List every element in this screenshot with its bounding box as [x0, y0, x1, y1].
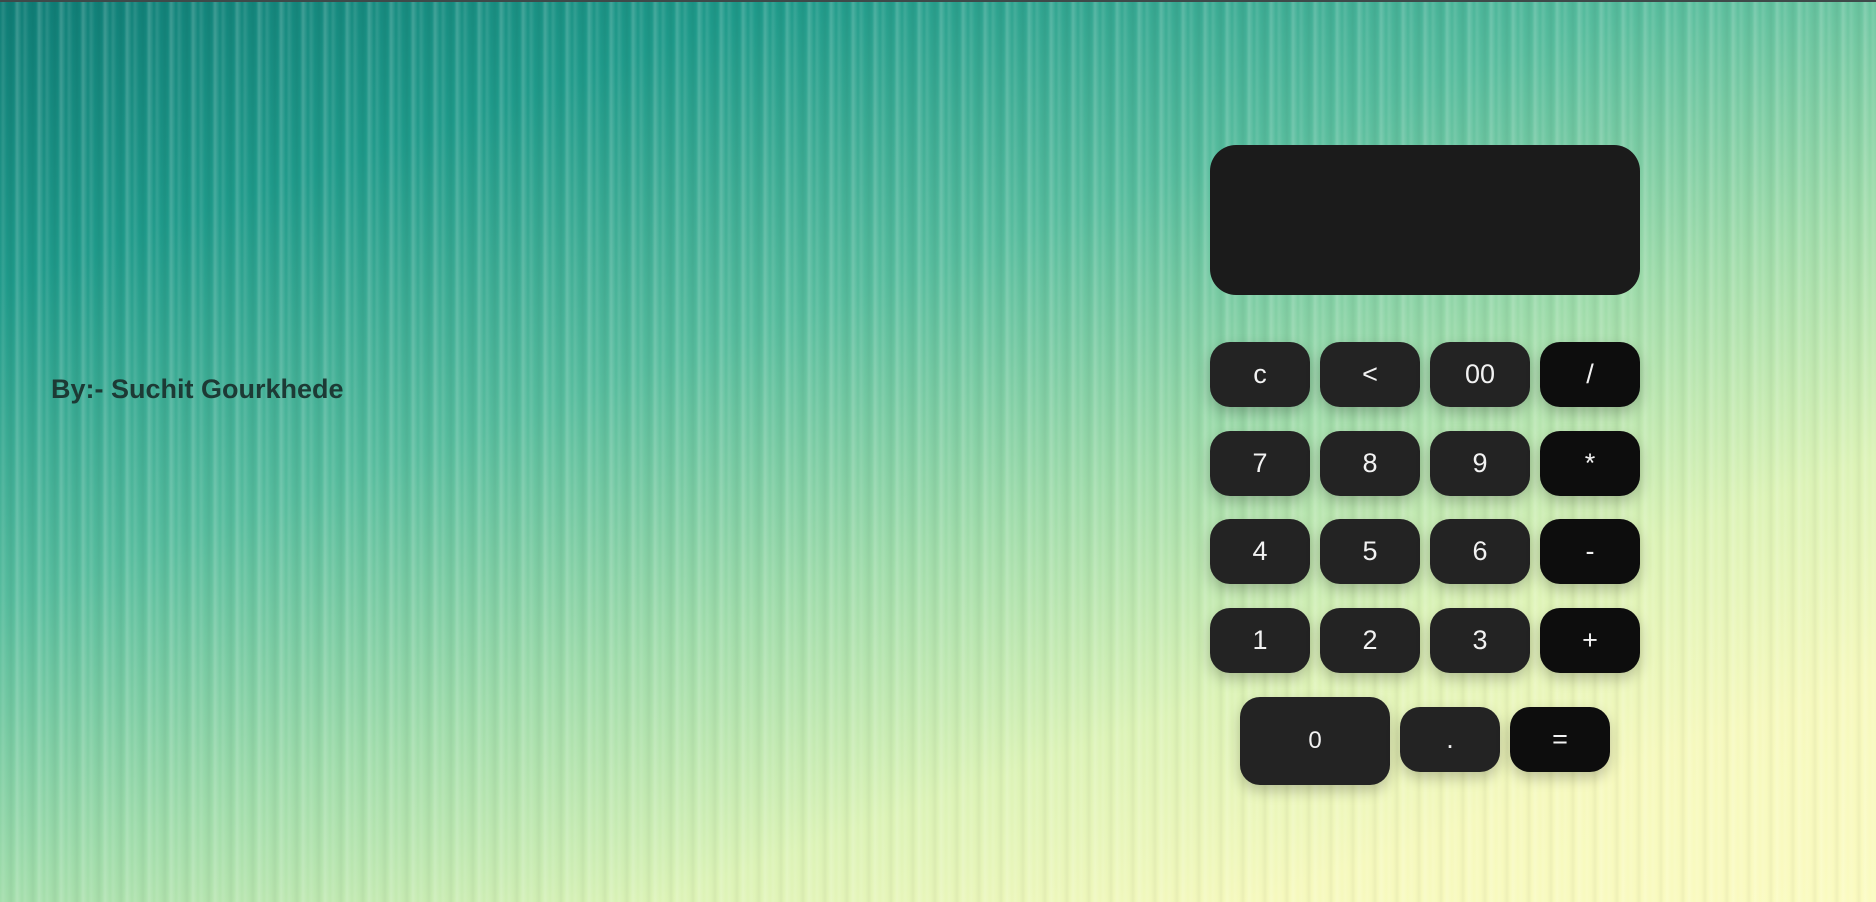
clear-button[interactable]: c — [1210, 342, 1310, 407]
author-credit: By:- Suchit Gourkhede — [51, 374, 344, 404]
add-button[interactable]: + — [1540, 608, 1640, 673]
digit-8-button[interactable]: 8 — [1320, 431, 1420, 496]
digit-0-button[interactable]: 0 — [1240, 697, 1390, 785]
equals-button[interactable]: = — [1510, 707, 1610, 772]
digit-7-button[interactable]: 7 — [1210, 431, 1310, 496]
window-top-border — [0, 0, 1876, 2]
digit-6-button[interactable]: 6 — [1430, 519, 1530, 584]
digit-4-button[interactable]: 4 — [1210, 519, 1310, 584]
multiply-button[interactable]: * — [1540, 431, 1640, 496]
calculator-display — [1210, 145, 1640, 295]
double-zero-button[interactable]: 00 — [1430, 342, 1530, 407]
subtract-button[interactable]: - — [1540, 519, 1640, 584]
digit-2-button[interactable]: 2 — [1320, 608, 1420, 673]
digit-1-button[interactable]: 1 — [1210, 608, 1310, 673]
digit-3-button[interactable]: 3 — [1430, 608, 1530, 673]
digit-9-button[interactable]: 9 — [1430, 431, 1530, 496]
decimal-button[interactable]: . — [1400, 707, 1500, 772]
digit-5-button[interactable]: 5 — [1320, 519, 1420, 584]
divide-button[interactable]: / — [1540, 342, 1640, 407]
backspace-button[interactable]: < — [1320, 342, 1420, 407]
